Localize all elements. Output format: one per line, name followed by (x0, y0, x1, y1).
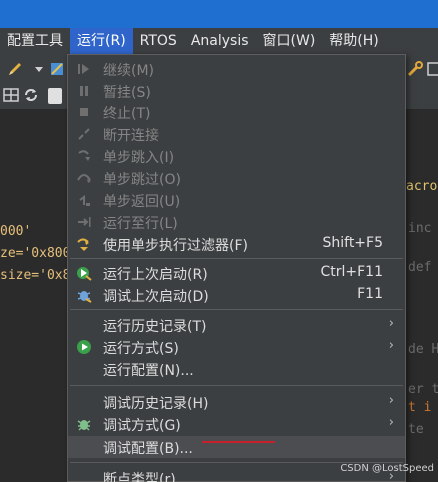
menu-item-label: 调试配置(B)... (103, 441, 193, 457)
menu-item-label: 运行上次启动(R) (103, 267, 208, 283)
code-line: size='0x8 (0, 268, 71, 283)
menu-item-label: 断点类型(r) (103, 472, 176, 482)
shortcut-label: Ctrl+F11 (320, 264, 383, 280)
menu-item-label: 运行配置(N)... (103, 363, 194, 379)
menu-item-label: 断开连接 (103, 128, 159, 144)
pencil-icon[interactable] (6, 60, 24, 78)
annotation-underline (202, 441, 275, 443)
stop-icon (80, 108, 88, 116)
menu-item-run-as[interactable]: 运行方式(S) › (68, 336, 405, 358)
menu-item-debug-configurations[interactable]: 调试配置(B)... (68, 436, 405, 458)
build-icon[interactable] (48, 60, 66, 78)
code-line: inc (408, 221, 432, 236)
code-line: 000' (0, 224, 32, 239)
menu-item-debug-history[interactable]: 调试历史记录(H) › (68, 391, 405, 413)
dropdown-arrow-icon[interactable] (30, 60, 48, 78)
pause-icon (80, 86, 88, 96)
menu-item-resume[interactable]: 继续(M) (68, 58, 405, 80)
menu-item-label: 单步返回(U) (103, 194, 181, 210)
menu-item-debug-as[interactable]: 调试方式(G) › (68, 413, 405, 435)
code-line: t i (408, 400, 432, 415)
menu-window[interactable]: 窗口(W) (256, 28, 323, 54)
code-line: acro (406, 179, 438, 194)
step-over-icon (77, 174, 91, 183)
menu-item-label: 暂挂(S) (103, 85, 151, 101)
menu-help[interactable]: 帮助(H) (322, 28, 385, 54)
menu-item-run-configurations[interactable]: 运行配置(N)... (68, 358, 405, 380)
menu-item-label: 运行历史记录(T) (103, 319, 207, 335)
debug-bug-icon (77, 420, 91, 431)
wrench-icon[interactable] (406, 60, 424, 78)
menu-analysis[interactable]: Analysis (184, 28, 256, 54)
menu-item-label: 单步跳入(I) (103, 150, 175, 166)
code-line: te (408, 422, 424, 437)
menu-separator (70, 258, 403, 259)
step-into-icon (78, 150, 90, 161)
resume-icon (78, 64, 89, 74)
submenu-arrow-icon: › (388, 316, 394, 331)
run-icon (77, 340, 91, 354)
code-line: ze='0x800 (0, 246, 71, 261)
toolbar-field-icon[interactable] (48, 88, 62, 104)
menu-item-run-last-launched[interactable]: 运行上次启动(R) Ctrl+F11 (68, 262, 405, 284)
code-line: de H (408, 342, 438, 357)
menu-item-label: 单步跳过(O) (103, 172, 181, 188)
menu-item-label: 调试上次启动(D) (103, 289, 209, 305)
menu-item-run-to-line[interactable]: 运行至行(L) (68, 211, 405, 233)
menu-item-label: 终止(T) (103, 106, 151, 122)
submenu-arrow-icon: › (388, 415, 394, 430)
shortcut-label: Shift+F5 (322, 235, 383, 251)
step-filter-icon (77, 238, 89, 251)
disconnect-icon (78, 128, 90, 140)
watermark: CSDN @LostSpeed (340, 463, 434, 474)
menu-item-run-history[interactable]: 运行历史记录(T) › (68, 314, 405, 336)
menu-item-label: 运行方式(S) (103, 341, 179, 357)
menu-rtos[interactable]: RTOS (133, 28, 184, 54)
menu-item-terminate[interactable]: 终止(T) (68, 101, 405, 123)
code-line: er t (408, 382, 438, 397)
menu-separator (70, 309, 403, 310)
menu-item-label: 使用单步执行过滤器(F) (103, 238, 248, 254)
menu-item-disconnect[interactable]: 断开连接 (68, 123, 405, 145)
menu-run[interactable]: 运行(R) (70, 28, 133, 54)
grid-icon[interactable] (2, 86, 20, 104)
menu-item-label: 继续(M) (103, 63, 155, 79)
menu-item-step-into[interactable]: 单步跳入(I) (68, 145, 405, 167)
run-to-line-icon (78, 217, 91, 227)
run-dropdown-menu: 继续(M) 暂挂(S) 终止(T) 断开连接 单步跳入(I) 单步跳过(O) 单… (67, 54, 406, 482)
step-return-icon (79, 195, 90, 206)
menu-item-label: 调试方式(G) (103, 418, 181, 434)
window-title-strip (0, 0, 438, 28)
menu-item-use-step-filters[interactable]: 使用单步执行过滤器(F) Shift+F5 (68, 233, 405, 255)
menu-item-step-over[interactable]: 单步跳过(O) (68, 167, 405, 189)
code-line: def (408, 260, 432, 275)
refresh-icon[interactable] (22, 86, 40, 104)
menu-config-tools[interactable]: 配置工具 (0, 28, 70, 54)
submenu-arrow-icon: › (388, 338, 394, 353)
menu-item-step-return[interactable]: 单步返回(U) (68, 189, 405, 211)
debug-last-icon (77, 291, 92, 303)
menu-item-label: 运行至行(L) (103, 216, 178, 232)
menu-bar: 配置工具 运行(R) RTOS Analysis 窗口(W) 帮助(H) (0, 28, 438, 54)
menu-item-debug-last-launched[interactable]: 调试上次启动(D) F11 (68, 284, 405, 306)
window-icon[interactable] (426, 60, 438, 78)
shortcut-label: F11 (357, 286, 383, 302)
submenu-arrow-icon: › (388, 393, 394, 408)
menu-item-suspend[interactable]: 暂挂(S) (68, 80, 405, 102)
menu-item-label: 调试历史记录(H) (103, 396, 209, 412)
menu-separator (70, 385, 403, 386)
run-last-icon (77, 267, 92, 281)
